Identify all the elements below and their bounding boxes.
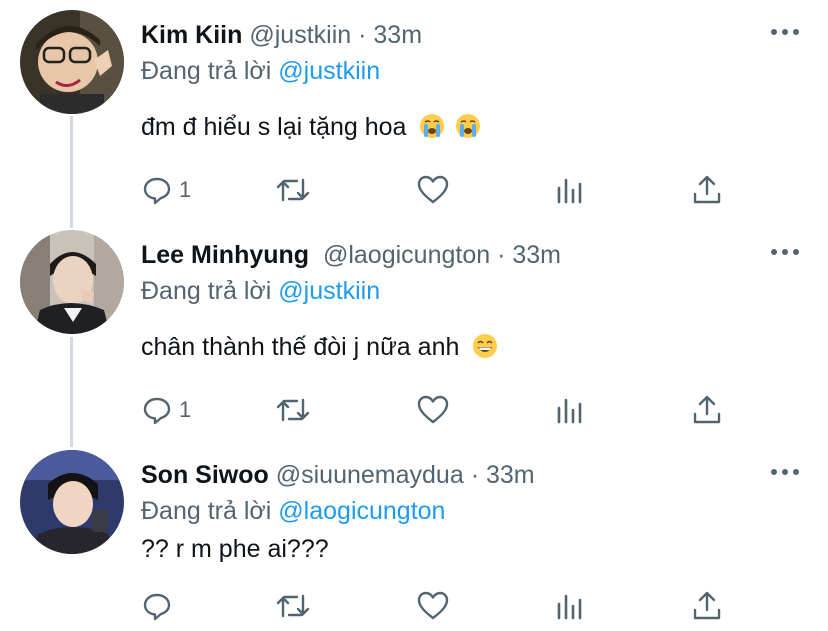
heart-icon [417, 591, 449, 620]
tweet[interactable]: Kim Kiin @justkiin · 33m Đang trả lời @j… [0, 10, 828, 220]
retweet-button[interactable] [275, 588, 311, 624]
user-handle[interactable]: @siuunemaydua [276, 461, 464, 489]
like-button[interactable] [416, 172, 450, 208]
action-bar [141, 588, 741, 624]
avatar[interactable] [20, 10, 124, 114]
share-icon [693, 591, 721, 620]
separator: · [358, 21, 367, 49]
action-bar: 1 [141, 172, 741, 208]
more-icon[interactable] [770, 26, 800, 38]
share-icon [693, 175, 721, 204]
like-button[interactable] [416, 392, 450, 428]
replying-prefix: Đang trả lời [141, 497, 272, 525]
reply-icon [143, 593, 171, 621]
tweet-text: đm đ hiểu s lại tặng hoa [141, 110, 481, 144]
tweet-text: ?? r m phe ai??? [141, 532, 329, 566]
reply-icon [143, 177, 171, 205]
like-button[interactable] [416, 588, 450, 624]
avatar[interactable] [20, 230, 124, 334]
reply-button[interactable]: 1 [141, 172, 191, 208]
analytics-button[interactable] [555, 172, 585, 208]
tweet-header: Kim Kiin @justkiin · 33m [141, 18, 422, 52]
avatar[interactable] [20, 450, 124, 554]
tweet[interactable]: Son Siwoo @siuunemaydua · 33m Đang trả l… [0, 450, 828, 630]
replying-to-line: Đang trả lời @justkiin [141, 274, 380, 308]
share-button[interactable] [692, 588, 722, 624]
retweet-button[interactable] [275, 392, 311, 428]
tweet[interactable]: Lee Minhyung @laogicungton · 33m Đang tr… [0, 230, 828, 440]
display-name[interactable]: Son Siwoo [141, 461, 269, 489]
heart-icon [417, 175, 449, 204]
retweet-icon [276, 178, 310, 202]
replying-to-line: Đang trả lời @justkiin [141, 54, 380, 88]
more-icon[interactable] [770, 466, 800, 478]
reply-count: 1 [179, 177, 192, 202]
retweet-icon [276, 594, 310, 618]
retweet-icon [276, 398, 310, 422]
user-handle[interactable]: @justkiin [249, 21, 351, 49]
user-handle[interactable]: @laogicungton [323, 241, 490, 269]
mention-link[interactable]: @justkiin [278, 57, 380, 85]
mention-link[interactable]: @laogicungton [278, 497, 445, 525]
timestamp[interactable]: 33m [373, 21, 422, 49]
separator: · [470, 461, 480, 489]
heart-icon [417, 395, 449, 424]
analytics-button[interactable] [555, 392, 585, 428]
loudly-crying-face-icon [456, 114, 481, 138]
analytics-icon [557, 594, 582, 620]
loudly-crying-face-icon [420, 114, 445, 138]
tweet-text-content: ?? r m phe ai??? [141, 535, 329, 563]
tweet-text-content: đm đ hiểu s lại tặng hoa [141, 113, 407, 141]
display-name[interactable]: Lee Minhyung [141, 241, 309, 269]
more-icon[interactable] [770, 246, 800, 258]
tweet-text-content: chân thành thế đòi j nữa anh [141, 333, 460, 361]
share-icon [693, 395, 721, 424]
share-button[interactable] [692, 172, 722, 208]
separator: · [497, 241, 506, 269]
grinning-face-with-smiling-eyes-icon [473, 334, 498, 358]
analytics-icon [557, 178, 582, 204]
reply-icon [143, 397, 171, 425]
tweet-header: Lee Minhyung @laogicungton · 33m [141, 238, 561, 272]
reply-button[interactable] [141, 588, 179, 624]
tweet-header: Son Siwoo @siuunemaydua · 33m [141, 458, 535, 492]
retweet-button[interactable] [275, 172, 311, 208]
tweet-text: chân thành thế đòi j nữa anh [141, 330, 498, 364]
replying-prefix: Đang trả lời [141, 57, 272, 85]
mention-link[interactable]: @justkiin [278, 277, 380, 305]
reply-count: 1 [179, 397, 192, 422]
action-bar: 1 [141, 392, 741, 428]
analytics-icon [557, 398, 582, 424]
replying-to-line: Đang trả lời @laogicungton [141, 494, 445, 528]
replying-prefix: Đang trả lời [141, 277, 272, 305]
timestamp[interactable]: 33m [512, 241, 561, 269]
share-button[interactable] [692, 392, 722, 428]
timestamp[interactable]: 33m [486, 461, 535, 489]
reply-button[interactable]: 1 [141, 392, 191, 428]
analytics-button[interactable] [555, 588, 585, 624]
display-name[interactable]: Kim Kiin [141, 21, 242, 49]
